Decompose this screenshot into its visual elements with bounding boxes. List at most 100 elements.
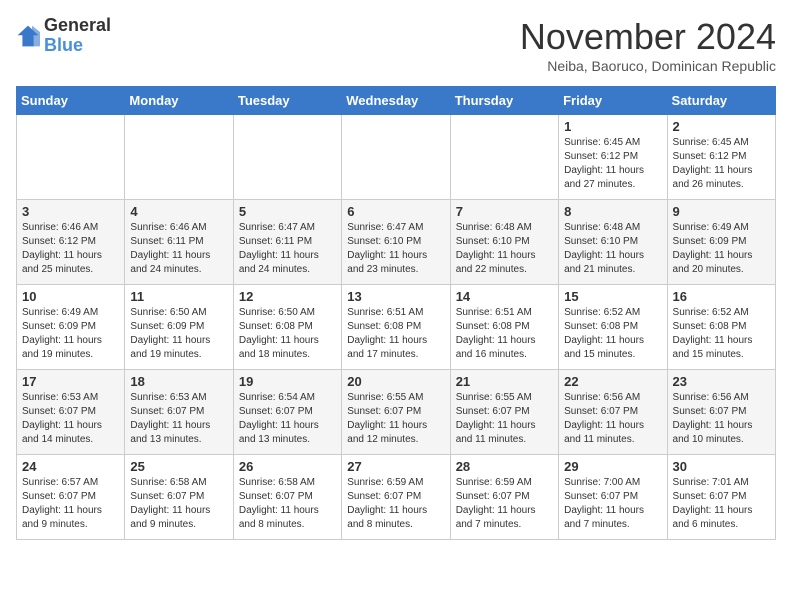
day-number: 23 bbox=[673, 374, 770, 389]
calendar-cell: 25 Sunrise: 6:58 AM Sunset: 6:07 PM Dayli… bbox=[125, 455, 233, 540]
calendar-body: 1 Sunrise: 6:45 AM Sunset: 6:12 PM Daylig… bbox=[17, 115, 776, 540]
day-info: Sunrise: 6:50 AM Sunset: 6:09 PM Dayligh… bbox=[130, 306, 227, 362]
calendar-cell: 19 Sunrise: 6:54 AM Sunset: 6:07 PM Dayli… bbox=[233, 370, 341, 455]
day-number: 18 bbox=[130, 374, 227, 389]
day-number: 6 bbox=[347, 204, 444, 219]
calendar-cell bbox=[233, 115, 341, 200]
weekday-header-cell: Sunday bbox=[17, 87, 125, 115]
day-info: Sunrise: 6:53 AM Sunset: 6:07 PM Dayligh… bbox=[22, 391, 119, 447]
calendar-cell: 3 Sunrise: 6:46 AM Sunset: 6:12 PM Daylig… bbox=[17, 200, 125, 285]
calendar-cell bbox=[342, 115, 450, 200]
day-number: 8 bbox=[564, 204, 661, 219]
day-number: 1 bbox=[564, 119, 661, 134]
day-info: Sunrise: 6:52 AM Sunset: 6:08 PM Dayligh… bbox=[673, 306, 770, 362]
day-info: Sunrise: 6:53 AM Sunset: 6:07 PM Dayligh… bbox=[130, 391, 227, 447]
day-info: Sunrise: 6:45 AM Sunset: 6:12 PM Dayligh… bbox=[673, 136, 770, 192]
day-number: 15 bbox=[564, 289, 661, 304]
calendar-cell: 12 Sunrise: 6:50 AM Sunset: 6:08 PM Dayli… bbox=[233, 285, 341, 370]
calendar-cell: 2 Sunrise: 6:45 AM Sunset: 6:12 PM Daylig… bbox=[667, 115, 775, 200]
day-number: 16 bbox=[673, 289, 770, 304]
day-info: Sunrise: 6:56 AM Sunset: 6:07 PM Dayligh… bbox=[564, 391, 661, 447]
day-number: 13 bbox=[347, 289, 444, 304]
day-info: Sunrise: 6:50 AM Sunset: 6:08 PM Dayligh… bbox=[239, 306, 336, 362]
day-number: 19 bbox=[239, 374, 336, 389]
day-number: 10 bbox=[22, 289, 119, 304]
calendar-week-row: 10 Sunrise: 6:49 AM Sunset: 6:09 PM Dayli… bbox=[17, 285, 776, 370]
day-number: 9 bbox=[673, 204, 770, 219]
day-info: Sunrise: 6:49 AM Sunset: 6:09 PM Dayligh… bbox=[673, 221, 770, 277]
calendar-cell: 11 Sunrise: 6:50 AM Sunset: 6:09 PM Dayli… bbox=[125, 285, 233, 370]
day-info: Sunrise: 6:46 AM Sunset: 6:11 PM Dayligh… bbox=[130, 221, 227, 277]
day-number: 20 bbox=[347, 374, 444, 389]
header: General Blue November 2024 Neiba, Baoruc… bbox=[16, 16, 776, 74]
weekday-header-cell: Friday bbox=[559, 87, 667, 115]
month-title: November 2024 bbox=[520, 16, 776, 58]
day-info: Sunrise: 7:00 AM Sunset: 6:07 PM Dayligh… bbox=[564, 476, 661, 532]
calendar-cell: 10 Sunrise: 6:49 AM Sunset: 6:09 PM Dayli… bbox=[17, 285, 125, 370]
calendar-cell bbox=[450, 115, 558, 200]
calendar-cell: 30Sunrise: 7:01 AM Sunset: 6:07 PM Dayli… bbox=[667, 455, 775, 540]
day-info: Sunrise: 6:48 AM Sunset: 6:10 PM Dayligh… bbox=[456, 221, 553, 277]
day-info: Sunrise: 6:48 AM Sunset: 6:10 PM Dayligh… bbox=[564, 221, 661, 277]
calendar-cell: 4 Sunrise: 6:46 AM Sunset: 6:11 PM Daylig… bbox=[125, 200, 233, 285]
calendar-week-row: 3 Sunrise: 6:46 AM Sunset: 6:12 PM Daylig… bbox=[17, 200, 776, 285]
calendar-cell: 7 Sunrise: 6:48 AM Sunset: 6:10 PM Daylig… bbox=[450, 200, 558, 285]
calendar-cell bbox=[125, 115, 233, 200]
calendar-cell: 26 Sunrise: 6:58 AM Sunset: 6:07 PM Dayli… bbox=[233, 455, 341, 540]
calendar-week-row: 17 Sunrise: 6:53 AM Sunset: 6:07 PM Dayli… bbox=[17, 370, 776, 455]
calendar-cell: 27Sunrise: 6:59 AM Sunset: 6:07 PM Dayli… bbox=[342, 455, 450, 540]
day-info: Sunrise: 6:55 AM Sunset: 6:07 PM Dayligh… bbox=[456, 391, 553, 447]
day-number: 2 bbox=[673, 119, 770, 134]
weekday-header-cell: Tuesday bbox=[233, 87, 341, 115]
day-info: Sunrise: 6:46 AM Sunset: 6:12 PM Dayligh… bbox=[22, 221, 119, 277]
location-title: Neiba, Baoruco, Dominican Republic bbox=[520, 58, 776, 74]
calendar-cell: 23 Sunrise: 6:56 AM Sunset: 6:07 PM Dayli… bbox=[667, 370, 775, 455]
calendar-cell: 29Sunrise: 7:00 AM Sunset: 6:07 PM Dayli… bbox=[559, 455, 667, 540]
day-number: 11 bbox=[130, 289, 227, 304]
calendar-cell: 9 Sunrise: 6:49 AM Sunset: 6:09 PM Daylig… bbox=[667, 200, 775, 285]
calendar-cell: 20 Sunrise: 6:55 AM Sunset: 6:07 PM Dayli… bbox=[342, 370, 450, 455]
day-info: Sunrise: 6:58 AM Sunset: 6:07 PM Dayligh… bbox=[130, 476, 227, 532]
day-number: 5 bbox=[239, 204, 336, 219]
calendar-cell: 5 Sunrise: 6:47 AM Sunset: 6:11 PM Daylig… bbox=[233, 200, 341, 285]
day-info: Sunrise: 6:49 AM Sunset: 6:09 PM Dayligh… bbox=[22, 306, 119, 362]
day-info: Sunrise: 6:57 AM Sunset: 6:07 PM Dayligh… bbox=[22, 476, 119, 532]
calendar-cell: 21 Sunrise: 6:55 AM Sunset: 6:07 PM Dayli… bbox=[450, 370, 558, 455]
day-info: Sunrise: 6:47 AM Sunset: 6:11 PM Dayligh… bbox=[239, 221, 336, 277]
calendar-cell: 14Sunrise: 6:51 AM Sunset: 6:08 PM Dayli… bbox=[450, 285, 558, 370]
day-info: Sunrise: 6:58 AM Sunset: 6:07 PM Dayligh… bbox=[239, 476, 336, 532]
day-info: Sunrise: 6:54 AM Sunset: 6:07 PM Dayligh… bbox=[239, 391, 336, 447]
calendar-cell: 6 Sunrise: 6:47 AM Sunset: 6:10 PM Daylig… bbox=[342, 200, 450, 285]
calendar-cell: 15Sunrise: 6:52 AM Sunset: 6:08 PM Dayli… bbox=[559, 285, 667, 370]
day-info: Sunrise: 7:01 AM Sunset: 6:07 PM Dayligh… bbox=[673, 476, 770, 532]
day-number: 7 bbox=[456, 204, 553, 219]
logo-text: General Blue bbox=[44, 16, 111, 56]
day-number: 21 bbox=[456, 374, 553, 389]
weekday-header-cell: Thursday bbox=[450, 87, 558, 115]
day-info: Sunrise: 6:47 AM Sunset: 6:10 PM Dayligh… bbox=[347, 221, 444, 277]
day-number: 24 bbox=[22, 459, 119, 474]
weekday-header-cell: Monday bbox=[125, 87, 233, 115]
day-info: Sunrise: 6:59 AM Sunset: 6:07 PM Dayligh… bbox=[347, 476, 444, 532]
day-number: 4 bbox=[130, 204, 227, 219]
calendar-cell: 1 Sunrise: 6:45 AM Sunset: 6:12 PM Daylig… bbox=[559, 115, 667, 200]
calendar-cell: 16 Sunrise: 6:52 AM Sunset: 6:08 PM Dayli… bbox=[667, 285, 775, 370]
day-number: 3 bbox=[22, 204, 119, 219]
calendar-cell bbox=[17, 115, 125, 200]
logo-icon bbox=[16, 24, 40, 48]
calendar-cell: 17 Sunrise: 6:53 AM Sunset: 6:07 PM Dayli… bbox=[17, 370, 125, 455]
calendar-cell: 22Sunrise: 6:56 AM Sunset: 6:07 PM Dayli… bbox=[559, 370, 667, 455]
day-info: Sunrise: 6:55 AM Sunset: 6:07 PM Dayligh… bbox=[347, 391, 444, 447]
weekday-header-row: SundayMondayTuesdayWednesdayThursdayFrid… bbox=[17, 87, 776, 115]
day-info: Sunrise: 6:59 AM Sunset: 6:07 PM Dayligh… bbox=[456, 476, 553, 532]
calendar-cell: 13Sunrise: 6:51 AM Sunset: 6:08 PM Dayli… bbox=[342, 285, 450, 370]
day-number: 12 bbox=[239, 289, 336, 304]
day-info: Sunrise: 6:45 AM Sunset: 6:12 PM Dayligh… bbox=[564, 136, 661, 192]
day-number: 17 bbox=[22, 374, 119, 389]
calendar-cell: 28Sunrise: 6:59 AM Sunset: 6:07 PM Dayli… bbox=[450, 455, 558, 540]
day-number: 26 bbox=[239, 459, 336, 474]
weekday-header-cell: Saturday bbox=[667, 87, 775, 115]
day-number: 14 bbox=[456, 289, 553, 304]
day-info: Sunrise: 6:56 AM Sunset: 6:07 PM Dayligh… bbox=[673, 391, 770, 447]
day-number: 25 bbox=[130, 459, 227, 474]
